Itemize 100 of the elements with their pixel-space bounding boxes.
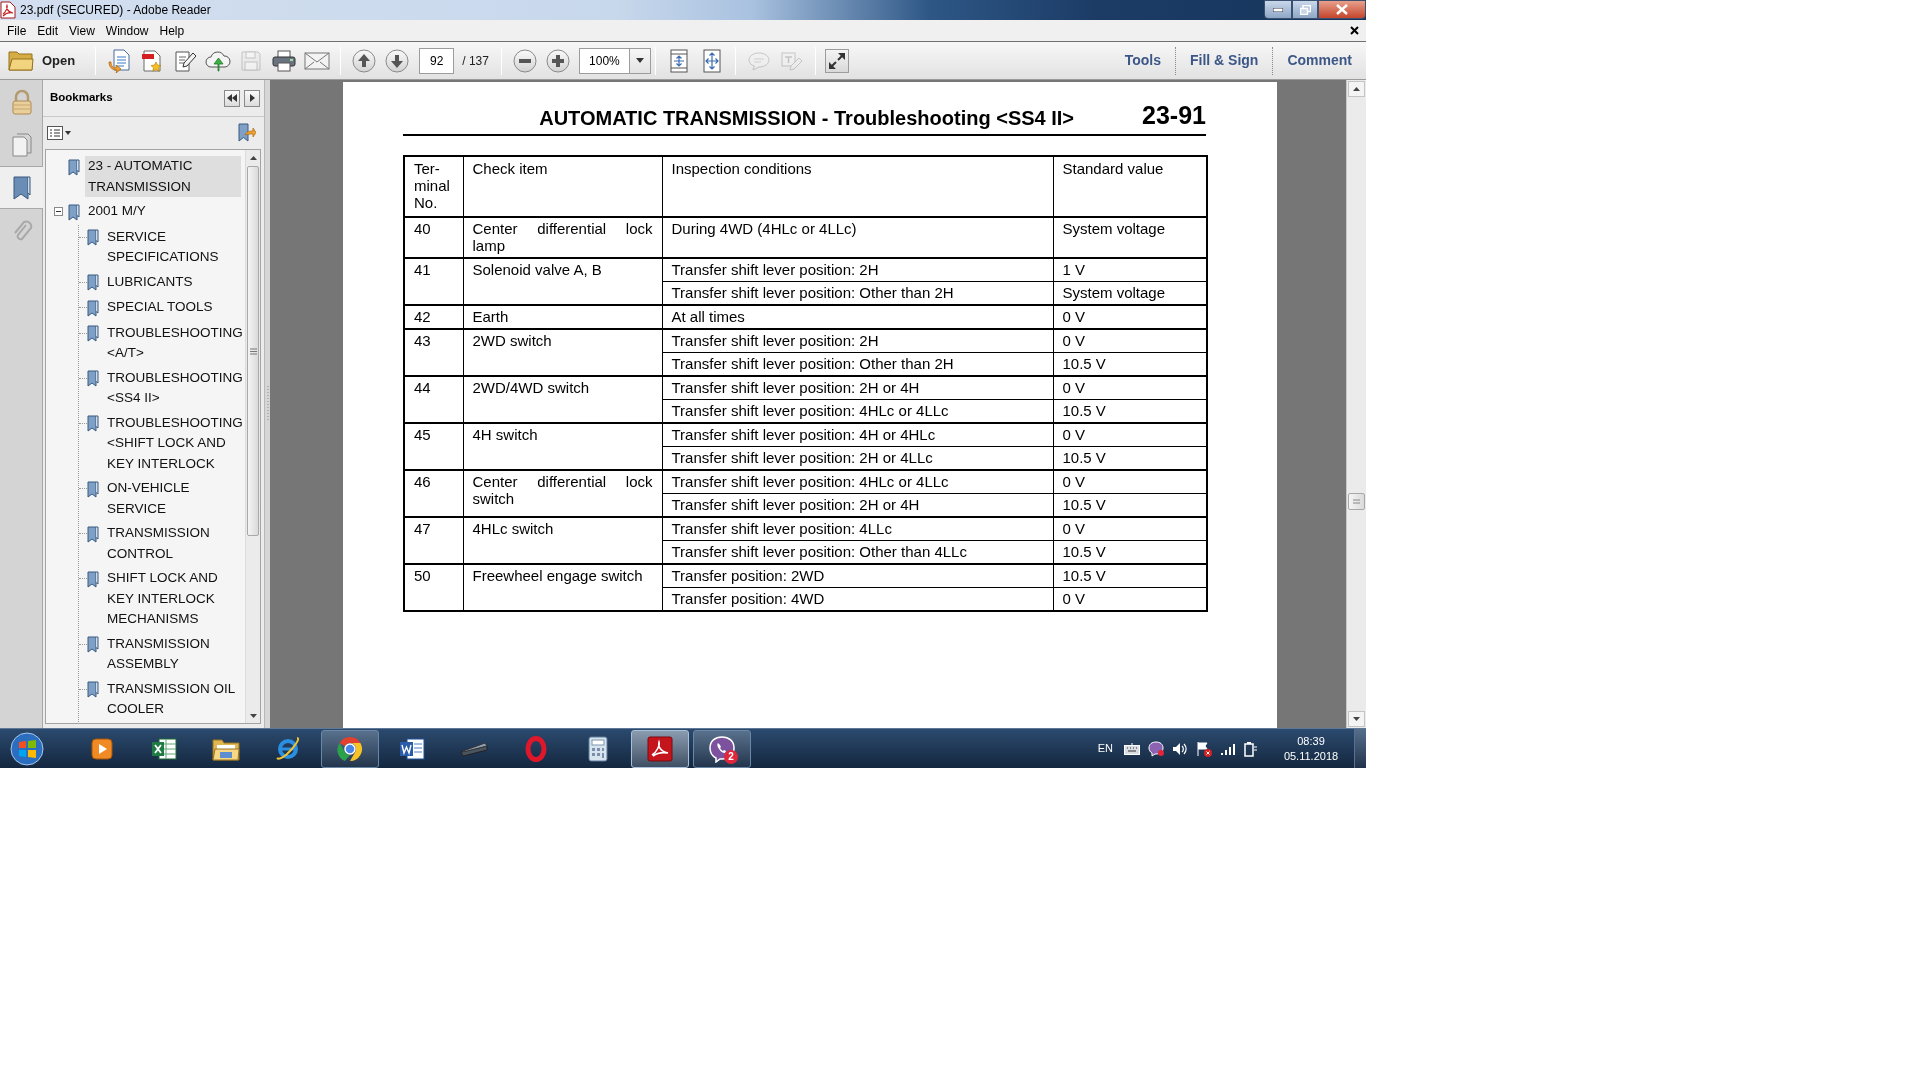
bookmark-icon [87,325,99,343]
menu-item[interactable]: Help [154,19,191,42]
document-arrow-icon [108,48,131,73]
bookmark-item[interactable]: TRANSMISSION OIL COOLER [104,678,241,720]
previous-page-button[interactable] [350,46,379,75]
bookmark-item[interactable]: TROUBLESHOOTING <A/T> [104,322,245,364]
table-cell: Center differential lock switch [463,470,662,517]
bookmark-item[interactable]: SPECIAL TOOLS [104,297,241,318]
zoom-in-button[interactable] [543,46,572,75]
menu-item[interactable]: View [64,19,101,42]
table-cell: 0 V [1053,470,1207,494]
menu-item[interactable]: Edit [32,19,65,42]
bookmark-item[interactable]: TRANSMISSION ASSEMBLY [104,633,241,675]
table-cell: Transfer shift lever position: 4HLc or 4LLc [662,470,1053,494]
grip-icon [249,347,257,355]
close-button[interactable] [1318,0,1366,19]
close-document-button[interactable] [1350,26,1359,35]
table-cell: Transfer shift lever position: 2H or 4H [662,376,1053,400]
collapse-panel-button[interactable] [224,89,240,107]
table-cell: 0 V [1053,423,1207,447]
zoom-out-button[interactable] [510,46,539,75]
bookmark-item[interactable]: ON-VEHICLE SERVICE [104,478,241,519]
text-pencil-icon [780,49,803,72]
table-cell: 43 [404,329,463,376]
bookmark-item[interactable]: LUBRICANTS [104,271,241,292]
open-button[interactable]: Open [8,49,76,72]
scroll-up-button[interactable] [1348,81,1365,97]
envelope-icon [304,51,331,70]
minimize-button[interactable] [1264,0,1292,19]
speech-bubble-icon [747,50,770,71]
tray-button[interactable] [1172,741,1188,756]
clock[interactable]: 08:39 05.11.2018 [1278,733,1344,764]
pane-button[interactable]: Comment [1272,46,1366,75]
bookmark-item[interactable]: TRANSMISSION CONTROL [104,523,241,564]
table-cell: 2WD switch [463,329,662,376]
bookmark-item[interactable]: SHIFT LOCK AND KEY INTERLOCK MECHANISMS [104,568,241,630]
document-icon [399,736,425,761]
panel-tab[interactable] [0,166,43,209]
menu-item[interactable]: Window [100,19,155,42]
taskbar-app[interactable]: 2 [693,729,751,768]
browser-ring-icon [275,735,301,762]
grip-icon [266,386,269,422]
spreadsheet-icon [151,736,177,761]
expand-panel-button[interactable] [244,89,260,107]
table-cell: Transfer shift lever position: 4H or 4HLc [662,423,1053,447]
tray-button[interactable] [1196,740,1212,757]
close-icon [1350,26,1359,35]
restore-button[interactable] [1292,0,1318,19]
tray-button[interactable] [1220,742,1236,755]
bookmark-action-button[interactable] [237,122,256,143]
taskbar-app[interactable] [321,729,379,768]
table-cell: 45 [404,423,463,470]
pane-button[interactable]: Fill & Sign [1175,46,1273,75]
page-heading: AUTOMATIC TRANSMISSION - Troubleshooting <SS4 II> [539,108,1075,128]
page-number-field[interactable]: 92 [419,47,455,74]
options-button[interactable] [47,125,71,140]
flag-icon [1196,740,1212,757]
bookmark-icon [87,229,99,247]
bookmark-item[interactable]: TROUBLESHOOTING <SHIFT LOCK AND KEY INTERLOCK [104,412,245,474]
bookmark-item[interactable]: SERVICE SPECIFICATIONS [104,226,241,268]
table-cell: Transfer position: 2WD [662,564,1053,588]
next-page-button[interactable] [383,46,412,75]
list-options-icon [47,125,71,140]
calculator-icon [588,735,608,762]
zoom-field[interactable]: 100% [578,47,629,74]
table-cell: 47 [404,517,463,564]
bookmark-item[interactable]: 23 - AUTOMATIC TRANSMISSION [85,156,241,197]
scrollbar-thumb[interactable] [247,166,259,536]
zoom-dropdown-button[interactable] [628,47,651,74]
table-cell: 0 V [1053,517,1207,541]
table-cell: Solenoid valve A, B [463,258,662,305]
panel-title: Bookmarks [50,90,113,106]
expand-icon [827,51,846,70]
scroll-down-button[interactable] [1348,711,1365,727]
menu-item[interactable]: File [2,19,33,42]
minus-box-icon[interactable] [54,207,63,216]
tray-button[interactable] [1244,740,1258,757]
bookmark-item[interactable]: 2001 M/Y [85,201,241,222]
tray-button[interactable] [1124,742,1140,755]
minimize-icon [1273,7,1283,12]
read-mode-button[interactable] [824,48,849,73]
restore-icon [1299,4,1311,15]
bookmark-icon [87,299,99,317]
scrollbar-thumb[interactable] [1348,493,1365,510]
bookmark-icon [68,158,80,176]
pane-button[interactable]: Tools [1110,46,1175,75]
table-cell: 44 [404,376,463,423]
table-cell: 1 V [1053,258,1207,282]
speaker-icon [1172,741,1188,756]
language-indicator[interactable]: EN [1097,740,1113,757]
folder-icon [8,49,34,72]
fit-width-icon [701,48,722,73]
table-cell: 40 [404,217,463,258]
document-pencil-icon [174,48,197,73]
taskbar-app[interactable] [631,729,689,768]
table-cell: Transfer shift lever position: 2H [662,258,1053,282]
scrollbar[interactable] [245,150,260,723]
scrollbar[interactable] [1346,80,1366,728]
tray-button[interactable] [1148,740,1164,757]
bookmark-item[interactable]: TROUBLESHOOTING <SS4 II> [104,367,245,409]
